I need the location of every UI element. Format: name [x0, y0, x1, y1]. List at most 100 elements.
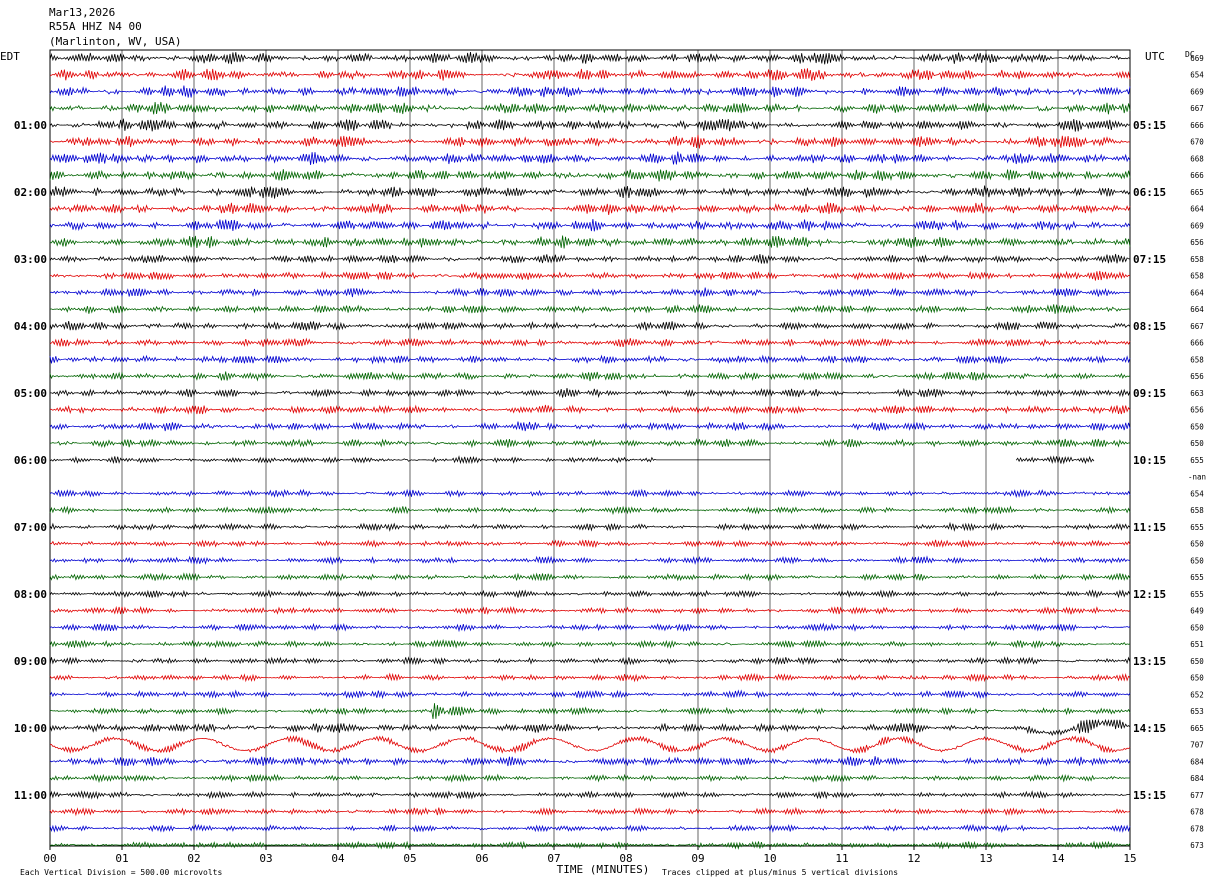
seismic-trace — [49, 703, 1131, 720]
dc-value: 667 — [1190, 104, 1204, 113]
seismic-trace — [49, 118, 1131, 132]
seismic-trace — [49, 756, 1131, 767]
seismic-trace — [49, 790, 1131, 800]
seismic-trace — [49, 52, 1131, 65]
left-hour-label: 08:00 — [14, 588, 47, 601]
dc-value: 654 — [1190, 489, 1204, 498]
dc-value: 678 — [1190, 808, 1204, 817]
seismic-trace — [49, 354, 1131, 365]
seismic-trace — [49, 304, 1131, 314]
seismic-trace — [49, 605, 1131, 615]
seismic-trace — [49, 253, 1131, 264]
dc-value: 707 — [1190, 741, 1204, 750]
seismic-trace — [49, 371, 1131, 382]
dc-value: 664 — [1190, 288, 1204, 297]
seismic-trace — [49, 68, 1131, 81]
seismic-trace — [49, 823, 1131, 834]
dc-value: 684 — [1190, 757, 1204, 766]
right-hour-label: 14:15 — [1133, 722, 1166, 735]
x-tick-label: 01 — [115, 852, 128, 865]
seismic-trace — [50, 270, 1131, 281]
x-tick-label: 06 — [475, 852, 488, 865]
seismic-trace — [49, 735, 1131, 754]
dc-value: 658 — [1190, 355, 1204, 364]
left-hour-label: 10:00 — [14, 722, 47, 735]
dc-value: 656 — [1190, 406, 1204, 415]
scale-note: Each Vertical Division = 500.00 microvol… — [20, 868, 222, 877]
seismic-trace — [49, 589, 1131, 599]
clip-note: Traces clipped at plus/minus 5 vertical … — [662, 868, 898, 877]
dc-value: 655 — [1190, 456, 1204, 465]
seismic-trace — [49, 235, 1131, 249]
dc-value: 669 — [1190, 54, 1204, 63]
dc-value: 650 — [1190, 623, 1204, 632]
right-hour-label: 15:15 — [1133, 789, 1166, 802]
seismic-trace — [49, 169, 1131, 182]
x-tick-label: 11 — [835, 852, 848, 865]
seismic-trace — [49, 488, 1131, 499]
dc-value: 665 — [1190, 724, 1204, 733]
seismic-trace — [49, 622, 1131, 633]
seismic-trace — [49, 672, 1131, 683]
dc-value: 665 — [1190, 188, 1204, 197]
dc-value: 655 — [1190, 590, 1204, 599]
dc-value: 650 — [1190, 657, 1204, 666]
x-tick-label: 05 — [403, 852, 416, 865]
left-hour-label: 06:00 — [14, 454, 47, 467]
seismic-trace — [49, 773, 1130, 784]
x-tick-label: 03 — [259, 852, 272, 865]
seismic-trace — [49, 555, 1131, 566]
x-tick-label: 00 — [43, 852, 56, 865]
left-hour-label: 03:00 — [14, 253, 47, 266]
left-hour-label: 07:00 — [14, 521, 47, 534]
left-hour-label: 04:00 — [14, 320, 47, 333]
right-hour-label: 07:15 — [1133, 253, 1166, 266]
seismic-trace — [49, 337, 1131, 348]
right-hour-label: 13:15 — [1133, 655, 1166, 668]
x-tick-label: 10 — [763, 852, 776, 865]
seismic-trace — [49, 806, 1131, 817]
dc-value: 666 — [1190, 339, 1204, 348]
dc-value: 650 — [1190, 422, 1204, 431]
seismic-trace — [49, 134, 1131, 149]
right-hour-label: 08:15 — [1133, 320, 1166, 333]
right-hour-label: 09:15 — [1133, 387, 1166, 400]
seismic-trace — [49, 455, 1095, 465]
seismic-trace — [49, 638, 1131, 649]
dc-value: 650 — [1190, 556, 1204, 565]
left-hour-label: 11:00 — [14, 789, 47, 802]
dc-value: 669 — [1190, 221, 1204, 230]
dc-value: 684 — [1190, 774, 1204, 783]
dc-value: 650 — [1190, 439, 1204, 448]
dc-value: 666 — [1190, 121, 1204, 130]
x-tick-label: 13 — [979, 852, 992, 865]
seismic-trace — [49, 689, 1131, 700]
seismic-trace — [49, 320, 1131, 331]
right-hour-label: 11:15 — [1133, 521, 1166, 534]
seismic-trace — [49, 656, 1131, 666]
dc-value: 655 — [1190, 573, 1204, 582]
right-hour-label: 06:15 — [1133, 186, 1166, 199]
seismic-trace — [49, 218, 1131, 232]
dc-value: 653 — [1190, 707, 1204, 716]
dc-value: 673 — [1190, 841, 1204, 850]
dc-value: 651 — [1190, 640, 1204, 649]
left-hour-label: 05:00 — [14, 387, 47, 400]
dc-value: 658 — [1190, 272, 1204, 281]
dc-value: 650 — [1190, 540, 1204, 549]
dc-value: 655 — [1190, 523, 1204, 532]
dc-value: 669 — [1190, 87, 1204, 96]
x-tick-label: 04 — [331, 852, 345, 865]
dc-value: 652 — [1190, 690, 1204, 699]
seismic-trace — [49, 840, 1131, 850]
dc-value: 663 — [1190, 389, 1204, 398]
dc-value: 664 — [1190, 205, 1204, 214]
seismic-trace — [50, 387, 1131, 399]
seismic-trace — [49, 539, 1131, 548]
seismic-trace — [49, 421, 1131, 432]
dc-value: 650 — [1190, 674, 1204, 683]
seismic-trace — [49, 572, 1131, 582]
dc-value: -nan — [1188, 473, 1206, 482]
dc-value: 649 — [1190, 607, 1204, 616]
seismic-trace — [49, 438, 1131, 449]
